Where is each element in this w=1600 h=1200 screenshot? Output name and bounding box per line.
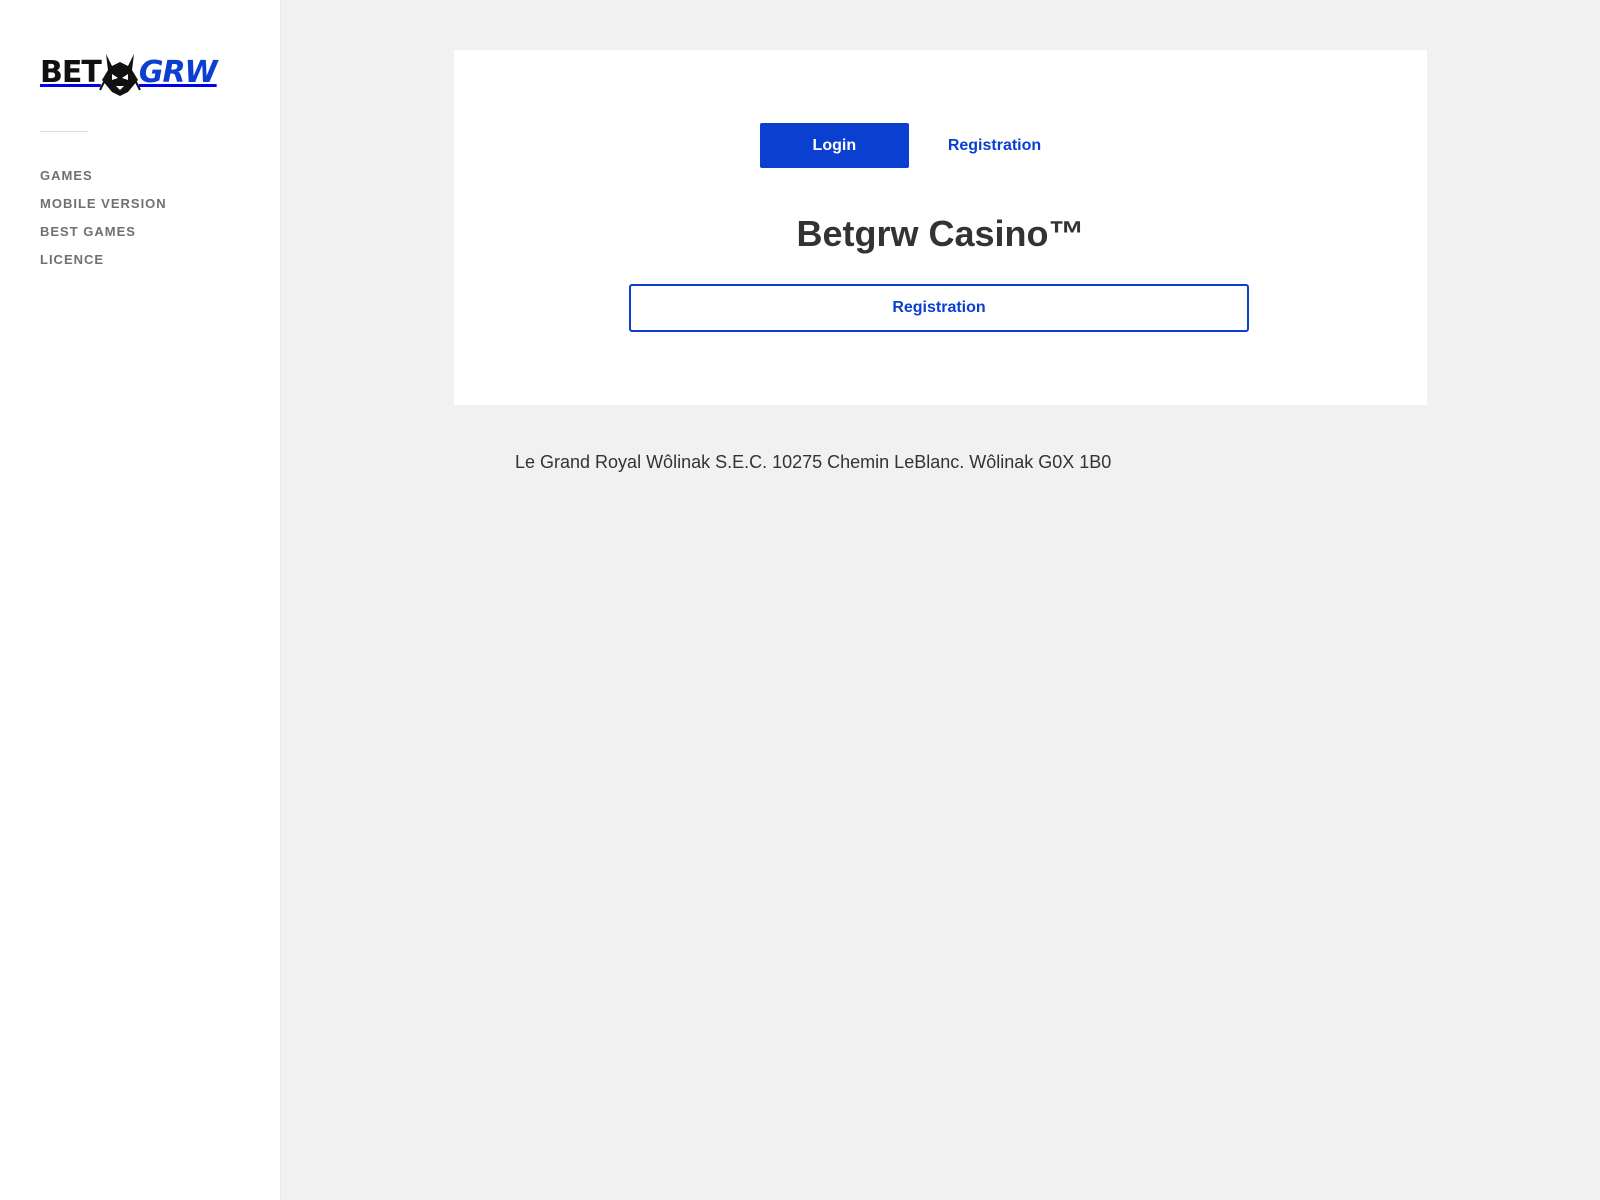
- auth-tabs: Login Registration: [454, 123, 1427, 168]
- nav-link-licence[interactable]: LICENCE: [40, 250, 104, 270]
- nav-link-best-games[interactable]: BEST GAMES: [40, 222, 136, 242]
- main-content: Login Registration Betgrw Casino™ Regist…: [280, 0, 1600, 1200]
- logo-text-grw: GRW: [138, 55, 218, 90]
- login-tab-button[interactable]: Login: [759, 123, 909, 168]
- sidebar-nav: GAMES MOBILE VERSION BEST GAMES LICENCE: [40, 166, 167, 278]
- page-title: Betgrw Casino™: [796, 213, 1085, 254]
- sidebar-item-licence: LICENCE: [40, 250, 167, 278]
- nav-link-games[interactable]: GAMES: [40, 166, 93, 186]
- auth-card: Login Registration Betgrw Casino™ Regist…: [454, 50, 1427, 405]
- sidebar-item-games: GAMES: [40, 166, 167, 194]
- sidebar-item-best-games: BEST GAMES: [40, 222, 167, 250]
- company-address: Le Grand Royal Wôlinak S.E.C. 10275 Chem…: [515, 452, 1112, 472]
- sidebar-divider: [40, 131, 88, 132]
- sidebar-item-mobile-version: MOBILE VERSION: [40, 194, 167, 222]
- lynx-head-icon: [98, 54, 141, 96]
- registration-tab-link[interactable]: Registration: [948, 123, 1041, 168]
- sidebar: BET GRW GAMES MOBILE VERSION BEST GAMES …: [0, 0, 280, 1200]
- logo-text-bet: BET: [40, 55, 102, 90]
- site-logo[interactable]: BET GRW: [40, 50, 240, 96]
- registration-button[interactable]: Registration: [629, 284, 1249, 332]
- nav-link-mobile-version[interactable]: MOBILE VERSION: [40, 194, 167, 214]
